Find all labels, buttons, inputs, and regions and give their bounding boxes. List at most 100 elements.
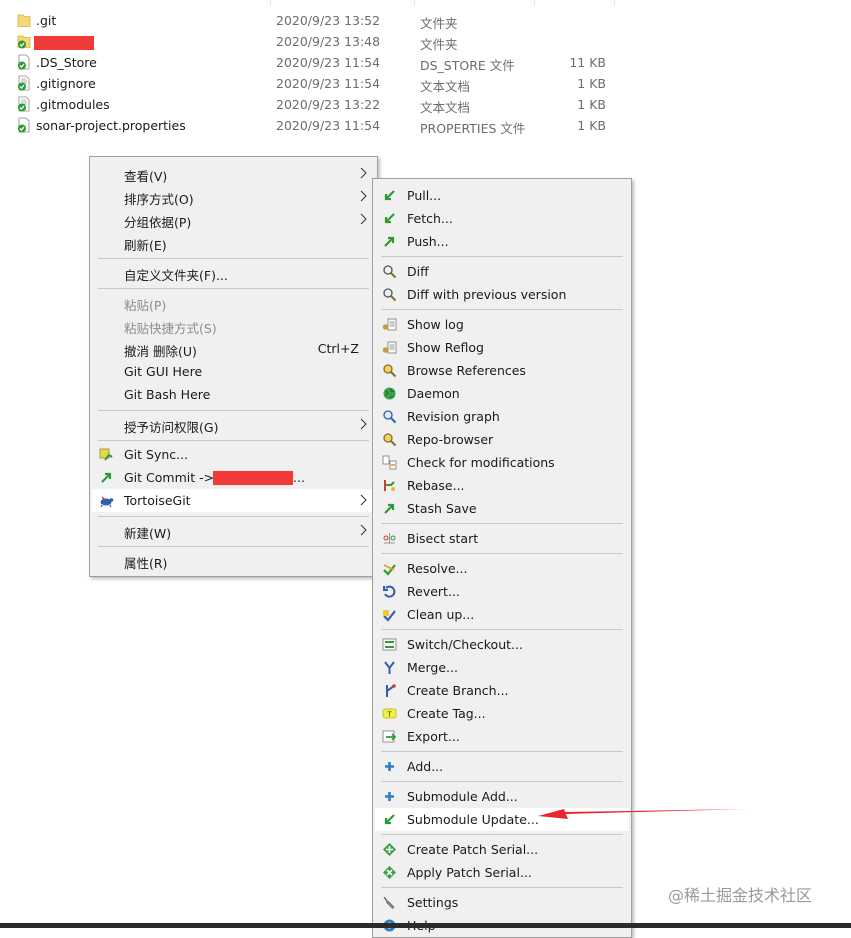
redacted-name: [34, 36, 94, 50]
menu-item-create-branch[interactable]: Create Branch...: [375, 679, 629, 702]
menu-item-clean-up[interactable]: Clean up...: [375, 603, 629, 626]
menu-item-label: Rebase...: [407, 478, 465, 493]
file-row-redacted-folder[interactable]: 2020/9/23 13:48 文件夹: [0, 31, 851, 52]
menu-item-create-tag[interactable]: T Create Tag...: [375, 702, 629, 725]
resolve-icon: [383, 564, 396, 576]
menu-item-label: Diff with previous version: [407, 287, 567, 302]
menu-item-label: Daemon: [407, 386, 460, 401]
reflog-icon: [382, 341, 397, 354]
menu-item-add[interactable]: Add...: [375, 755, 629, 778]
menu-item-git-gui-here[interactable]: Git GUI Here: [92, 360, 375, 383]
menu-item-resolve[interactable]: Resolve...: [375, 557, 629, 580]
chevron-right-icon: [360, 524, 367, 536]
menu-item-apply-patch-serial[interactable]: Apply Patch Serial...: [375, 861, 629, 884]
file-row-sonar[interactable]: sonar-project.properties 2020/9/23 11:54…: [0, 115, 851, 136]
menu-item-label: Check for modifications: [407, 455, 555, 470]
column-divider[interactable]: [270, 0, 271, 6]
column-divider[interactable]: [534, 0, 535, 6]
file-row-gitmodules[interactable]: .gitmodules 2020/9/23 13:22 文本文档 1 KB: [0, 94, 851, 115]
menu-item-label: Resolve...: [407, 561, 468, 576]
menu-separator: [381, 834, 623, 835]
menu-item-properties[interactable]: 属性(R): [92, 549, 375, 572]
file-date: 2020/9/23 11:54: [276, 118, 381, 133]
menu-item-undo-delete[interactable]: 撤消 删除(U) Ctrl+Z: [92, 337, 375, 360]
menu-item-label: Revert...: [407, 584, 460, 599]
file-type: DS_STORE 文件: [420, 58, 515, 73]
menu-item-bisect-start[interactable]: Bisect start: [375, 527, 629, 550]
menu-item-give-access[interactable]: 授予访问权限(G): [92, 413, 375, 436]
menu-item-group-by[interactable]: 分组依据(P): [92, 208, 375, 231]
file-date: 2020/9/23 11:54: [276, 76, 381, 91]
menu-item-create-patch-serial[interactable]: Create Patch Serial...: [375, 838, 629, 861]
file-row-gitignore[interactable]: .gitignore 2020/9/23 11:54 文本文档 1 KB: [0, 73, 851, 94]
menu-item-paste-shortcut[interactable]: 粘贴快捷方式(S): [92, 314, 375, 337]
menu-item-label: Pull...: [407, 188, 442, 203]
pull-arrow-icon: [384, 190, 395, 201]
menu-item-diff[interactable]: Diff: [375, 260, 629, 283]
file-type: 文件夹: [420, 37, 458, 52]
menu-item-revision-graph[interactable]: Revision graph: [375, 405, 629, 428]
menu-item-show-log[interactable]: Show log: [375, 313, 629, 336]
menu-item-label: 排序方式(O): [124, 192, 194, 207]
menu-item-new[interactable]: 新建(W): [92, 519, 375, 542]
menu-item-git-bash-here[interactable]: Git Bash Here: [92, 383, 375, 406]
menu-item-pull[interactable]: Pull...: [375, 184, 629, 207]
menu-item-browse-references[interactable]: Browse References: [375, 359, 629, 382]
menu-separator: [381, 751, 623, 752]
create-patch-icon: [383, 843, 396, 856]
menu-item-sort-by[interactable]: 排序方式(O): [92, 185, 375, 208]
menu-item-label: 分组依据(P): [124, 215, 192, 230]
file-list: .git 2020/9/23 13:52 文件夹 2020/9/23 13:48…: [0, 0, 851, 145]
column-divider[interactable]: [414, 0, 415, 6]
menu-item-label: Stash Save: [407, 501, 477, 516]
menu-item-label: Fetch...: [407, 211, 453, 226]
menu-item-label: Create Patch Serial...: [407, 842, 539, 857]
menu-item-customize-folder[interactable]: 自定义文件夹(F)...: [92, 261, 375, 284]
menu-item-label: Git Commit ->: [124, 470, 215, 485]
chevron-right-icon: [360, 418, 367, 430]
menu-item-label: 撤消 删除(U): [124, 344, 197, 359]
file-size: 1 KB: [577, 76, 606, 91]
annotation-arrow-icon: [538, 809, 745, 819]
menu-item-label: Bisect start: [407, 531, 479, 546]
folder-icon: [17, 14, 31, 27]
menu-item-check-modifications[interactable]: Check for modifications: [375, 451, 629, 474]
menu-separator: [98, 546, 369, 547]
file-row-ds-store[interactable]: .DS_Store 2020/9/23 11:54 DS_STORE 文件 11…: [0, 52, 851, 73]
file-row-git[interactable]: .git 2020/9/23 13:52 文件夹: [0, 10, 851, 31]
menu-item-label: Show log: [407, 317, 464, 332]
menu-item-diff-previous[interactable]: Diff with previous version: [375, 283, 629, 306]
menu-item-switch-checkout[interactable]: Switch/Checkout...: [375, 633, 629, 656]
browse-references-icon: [383, 364, 397, 378]
menu-separator: [98, 516, 369, 517]
file-type: 文件夹: [420, 16, 458, 31]
repo-browser-icon: [383, 433, 397, 447]
menu-item-rebase[interactable]: Rebase...: [375, 474, 629, 497]
globe-icon: [383, 387, 396, 400]
menu-item-fetch[interactable]: Fetch...: [375, 207, 629, 230]
menu-item-label: Revision graph: [407, 409, 500, 424]
menu-item-push[interactable]: Push...: [375, 230, 629, 253]
menu-item-view[interactable]: 查看(V): [92, 162, 375, 185]
menu-item-label: Switch/Checkout...: [407, 637, 523, 652]
menu-item-refresh[interactable]: 刷新(E): [92, 231, 375, 254]
menu-item-stash-save[interactable]: Stash Save: [375, 497, 629, 520]
menu-item-settings[interactable]: Settings: [375, 891, 629, 914]
file-type: 文本文档: [420, 79, 471, 94]
menu-item-label: Push...: [407, 234, 449, 249]
menu-item-git-sync[interactable]: Git Sync...: [92, 443, 375, 466]
menu-item-paste[interactable]: 粘贴(P): [92, 291, 375, 314]
menu-item-git-commit[interactable]: Git Commit -> ...: [92, 466, 375, 489]
menu-separator: [98, 258, 369, 259]
explorer-context-menu: 查看(V) 排序方式(O) 分组依据(P) 刷新(E) 自定义文件夹(F)...…: [89, 156, 378, 577]
menu-item-merge[interactable]: Merge...: [375, 656, 629, 679]
menu-item-tortoisegit[interactable]: TortoiseGit: [92, 489, 375, 512]
menu-item-repo-browser[interactable]: Repo-browser: [375, 428, 629, 451]
menu-item-revert[interactable]: Revert...: [375, 580, 629, 603]
file-date: 2020/9/23 11:54: [276, 55, 381, 70]
menu-item-daemon[interactable]: Daemon: [375, 382, 629, 405]
menu-item-label: 粘贴(P): [124, 298, 167, 313]
menu-item-export[interactable]: Export...: [375, 725, 629, 748]
menu-item-show-reflog[interactable]: Show Reflog: [375, 336, 629, 359]
column-divider[interactable]: [614, 0, 615, 6]
